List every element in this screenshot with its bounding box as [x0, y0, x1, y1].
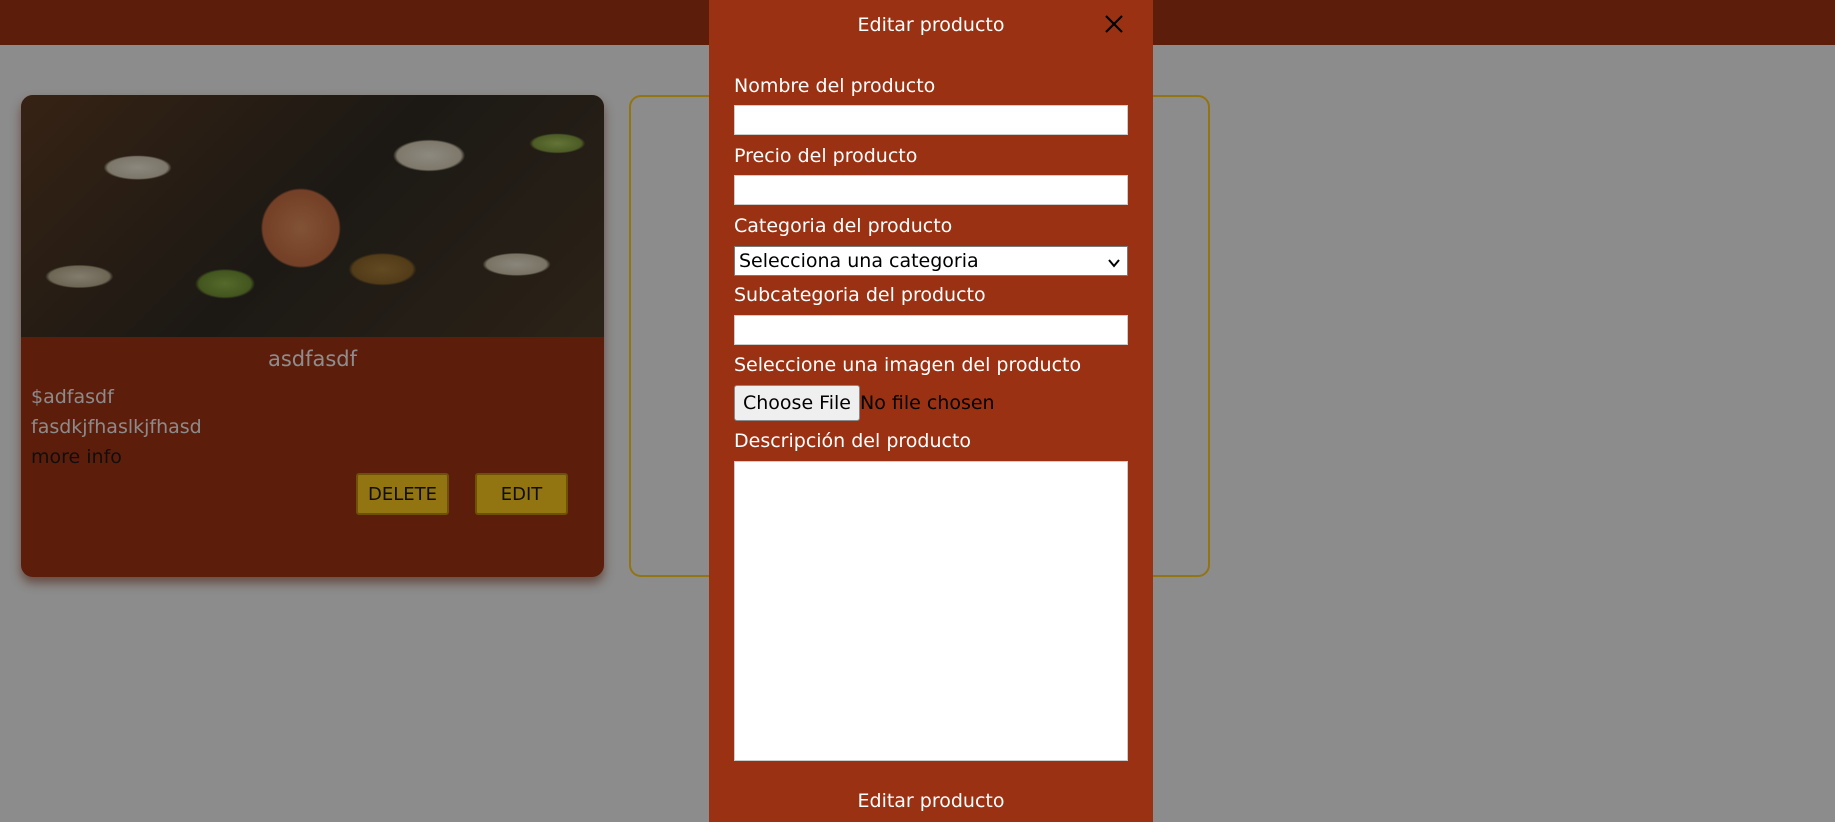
product-image-label: Seleccione una imagen del producto — [734, 354, 1082, 376]
product-subcategory-label: Subcategoria del producto — [734, 284, 986, 306]
modal-title: Editar producto — [857, 14, 1005, 36]
file-status-text: No file chosen — [860, 392, 995, 414]
close-icon — [1104, 14, 1124, 38]
category-selected-value: Selecciona una categoria — [739, 250, 979, 272]
product-description-textarea[interactable] — [734, 461, 1128, 761]
product-name-input[interactable] — [734, 105, 1128, 135]
choose-file-button[interactable]: Choose File — [734, 385, 860, 421]
chevron-down-icon — [1107, 253, 1121, 275]
product-name-label: Nombre del producto — [734, 75, 936, 97]
product-price-input[interactable] — [734, 175, 1128, 205]
category-select[interactable]: Selecciona una categoria — [734, 246, 1128, 276]
product-price-label: Precio del producto — [734, 145, 918, 167]
submit-edit-button[interactable]: Editar producto — [709, 790, 1153, 812]
product-description-label: Descripción del producto — [734, 430, 972, 452]
close-button[interactable] — [1100, 12, 1128, 40]
product-subcategory-input[interactable] — [734, 315, 1128, 345]
product-category-label: Categoria del producto — [734, 215, 953, 237]
edit-product-modal: Editar producto Nombre del producto Prec… — [709, 0, 1153, 822]
